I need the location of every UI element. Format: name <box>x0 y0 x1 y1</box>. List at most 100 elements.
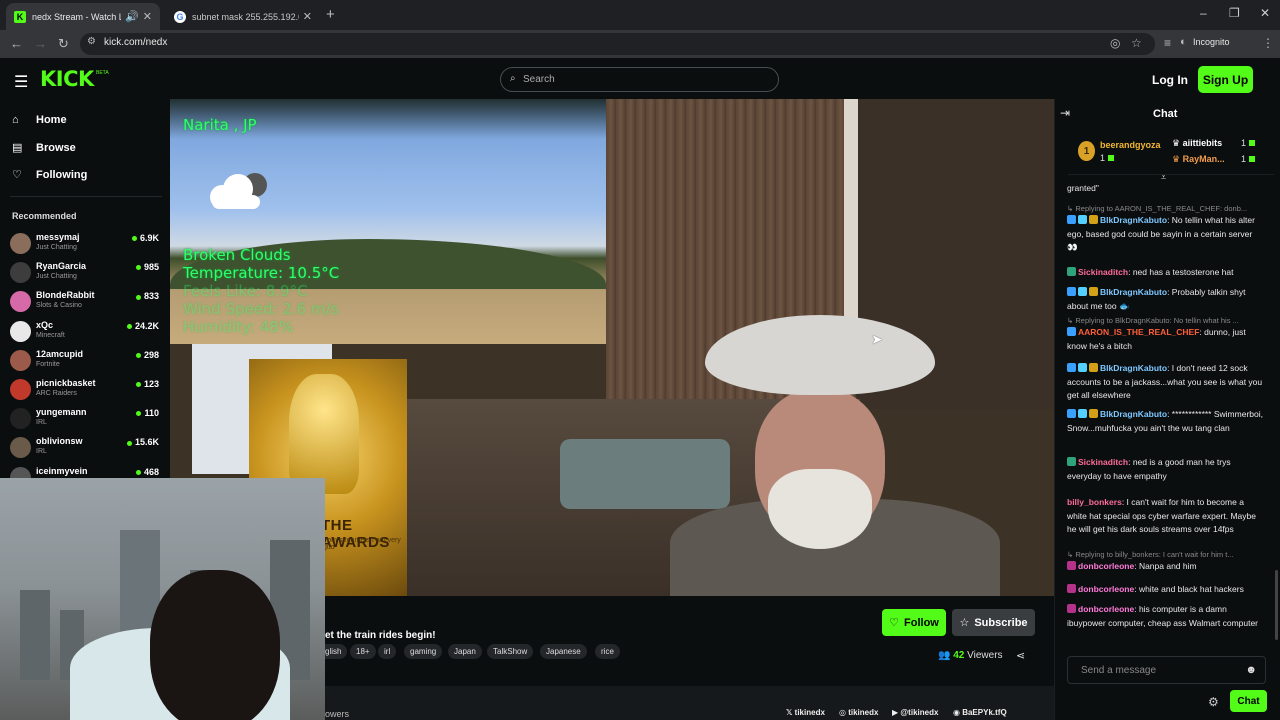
social-instagram[interactable]: ◎ tikinedx <box>839 708 878 717</box>
chat-username[interactable]: Sickinaditch <box>1078 267 1128 277</box>
gifter-row[interactable]: ♛ RayMan... <box>1172 154 1225 165</box>
site-info-icon[interactable]: ⚙ <box>87 36 96 47</box>
signup-button[interactable]: Sign Up <box>1198 66 1253 93</box>
chat-username[interactable]: billy_bonkers <box>1067 497 1122 507</box>
incognito-label[interactable]: Incognito <box>1193 37 1230 47</box>
close-tab-icon[interactable]: ✕ <box>303 10 312 23</box>
url-field[interactable] <box>80 33 1155 55</box>
chat-settings-icon[interactable]: ⚙ <box>1208 695 1219 709</box>
social-discord[interactable]: ◉ BaEPYk.tfQ <box>953 708 1007 717</box>
tab-subnet-search[interactable]: G subnet mask 255.255.192.0 pre ✕ <box>166 3 320 30</box>
gifter-name: aiittiebits <box>1182 138 1223 148</box>
bookmark-star-icon[interactable]: ☆ <box>1131 36 1142 50</box>
chat-message: donbcorleone: his computer is a damn ibu… <box>1067 604 1259 628</box>
sidebar-item-home[interactable]: ⌂ Home <box>12 114 67 126</box>
emoji-icon[interactable]: ☻ <box>1245 664 1257 676</box>
collapse-chat-icon[interactable]: ⇥ <box>1060 106 1070 120</box>
hamburger-menu-icon[interactable]: ☰ <box>14 72 28 92</box>
stream-tag[interactable]: 18+ <box>350 644 376 659</box>
reply-text: Replying to BlkDragnKabuto: No tellin wh… <box>1075 316 1239 325</box>
audio-icon[interactable]: 🔊 <box>125 10 139 23</box>
recommended-channel[interactable]: 12amcupid Fortnite 298 <box>10 346 162 374</box>
chat-username[interactable]: donbcorleone <box>1078 604 1134 614</box>
channel-category: Minecraft <box>36 331 65 339</box>
instagram-icon: ◎ <box>839 708 849 717</box>
recommended-channel[interactable]: picnickbasket ARC Raiders 123 <box>10 375 162 403</box>
live-dot-icon <box>135 352 141 358</box>
viewer-number: 123 <box>143 379 159 389</box>
viewer-number: 6.9K <box>139 233 159 243</box>
chat-username[interactable]: BlkDragnKabuto <box>1100 363 1167 373</box>
viewer-count: 15.6K <box>126 437 159 447</box>
new-tab-icon[interactable]: + <box>326 6 335 23</box>
weather-location: Narita , JP <box>183 116 257 134</box>
chat-username[interactable]: donbcorleone <box>1078 584 1134 594</box>
recommended-channel[interactable]: yungemann IRL 110 <box>10 404 162 432</box>
badge-icon <box>1078 287 1087 296</box>
eye-off-icon[interactable]: ◎ <box>1110 36 1120 50</box>
close-tab-icon[interactable]: ✕ <box>143 10 152 23</box>
media-control-icon[interactable]: ≡ <box>1164 36 1171 50</box>
social-handle: tikinedx <box>848 708 879 717</box>
heart-icon: ♡ <box>12 169 22 181</box>
minimize-icon[interactable]: – <box>1200 6 1207 20</box>
stream-tag[interactable]: TalkShow <box>487 644 534 659</box>
door-frame <box>844 99 858 329</box>
social-x[interactable]: 𝕏 tikinedx <box>786 708 825 717</box>
follow-button[interactable]: ♡ Follow <box>882 609 946 636</box>
stream-tag[interactable]: Japan <box>448 644 482 659</box>
recommended-channel[interactable]: xQc Minecraft 24.2K <box>10 317 162 345</box>
login-button[interactable]: Log In <box>1152 73 1188 87</box>
gift-count: 1 <box>1100 153 1106 163</box>
chat-message: AARON_IS_THE_REAL_CHEF: dunno, just know… <box>1067 327 1246 351</box>
chat-username[interactable]: AARON_IS_THE_REAL_CHEF <box>1078 327 1199 337</box>
star-icon: ☆ <box>959 617 970 629</box>
chat-username[interactable]: donbcorleone <box>1078 561 1134 571</box>
forward-icon[interactable]: → <box>34 36 47 51</box>
sidebar-item-browse[interactable]: ▤ Browse <box>12 141 76 155</box>
chat-username[interactable]: BlkDragnKabuto <box>1100 409 1167 419</box>
chat-send-button[interactable]: Chat <box>1230 690 1267 712</box>
stream-tag[interactable]: irl <box>378 644 397 659</box>
close-window-icon[interactable]: ✕ <box>1260 6 1270 20</box>
recommended-channel[interactable]: oblivionsw IRL 15.6K <box>10 433 162 461</box>
search-input[interactable]: ⌕ Search <box>500 67 779 92</box>
stream-tag[interactable]: rice <box>595 644 620 659</box>
kick-logo[interactable]: KICK <box>40 67 94 91</box>
recommended-channel[interactable]: RyanGarcia Just Chatting 985 <box>10 258 162 286</box>
viewer-count: 298 <box>135 350 159 360</box>
chat-username[interactable]: BlkDragnKabuto <box>1100 215 1167 225</box>
subscribe-button[interactable]: ☆ Subscribe <box>952 609 1035 636</box>
live-dot-icon <box>135 469 141 475</box>
beta-badge: BETA <box>96 70 109 76</box>
channel-name: picnickbasket <box>36 378 96 388</box>
search-placeholder: Search <box>523 74 555 85</box>
chat-input[interactable]: Send a message ☻ <box>1067 656 1266 684</box>
mouse-cursor-icon: ➤ <box>871 331 883 347</box>
chat-username[interactable]: Sickinaditch <box>1078 457 1128 467</box>
subscribe-label: Subscribe <box>974 616 1028 629</box>
avatar <box>10 437 31 459</box>
url-text[interactable]: kick.com/nedx <box>104 37 167 48</box>
back-icon[interactable]: ← <box>10 36 23 51</box>
stream-tag[interactable]: gaming <box>404 644 443 659</box>
browser-menu-icon[interactable]: ⋮ <box>1262 36 1274 50</box>
badge-icon <box>1067 215 1076 224</box>
share-icon[interactable]: ⋖ <box>1016 649 1025 662</box>
chat-scrollbar[interactable] <box>1275 570 1278 640</box>
stream-title: et the train rides begin! <box>325 630 436 641</box>
stream-tag[interactable]: Japanese <box>540 644 587 659</box>
recommended-title: Recommended <box>12 211 77 221</box>
reload-icon[interactable]: ↻ <box>58 36 69 52</box>
social-youtube[interactable]: ▶ @tikinedx <box>892 708 938 717</box>
gifter-name: RayMan... <box>1182 154 1225 164</box>
tab-kick-stream[interactable]: K nedx Stream - Watch Live o 🔊 ✕ <box>6 3 160 30</box>
recommended-channel[interactable]: messymaj Just Chatting 6.9K <box>10 229 162 257</box>
gifter-row[interactable]: ♛ aiittiebits <box>1172 138 1222 149</box>
chat-username[interactable]: BlkDragnKabuto <box>1100 287 1167 297</box>
gifter-name[interactable]: beerandgyoza <box>1100 140 1161 150</box>
maximize-icon[interactable]: ❐ <box>1229 6 1240 20</box>
recommended-channel[interactable]: BlondeRabbit Slots & Casino 833 <box>10 287 162 315</box>
weather-condition: Broken Clouds <box>183 246 291 264</box>
sidebar-item-following[interactable]: ♡ Following <box>12 168 87 182</box>
